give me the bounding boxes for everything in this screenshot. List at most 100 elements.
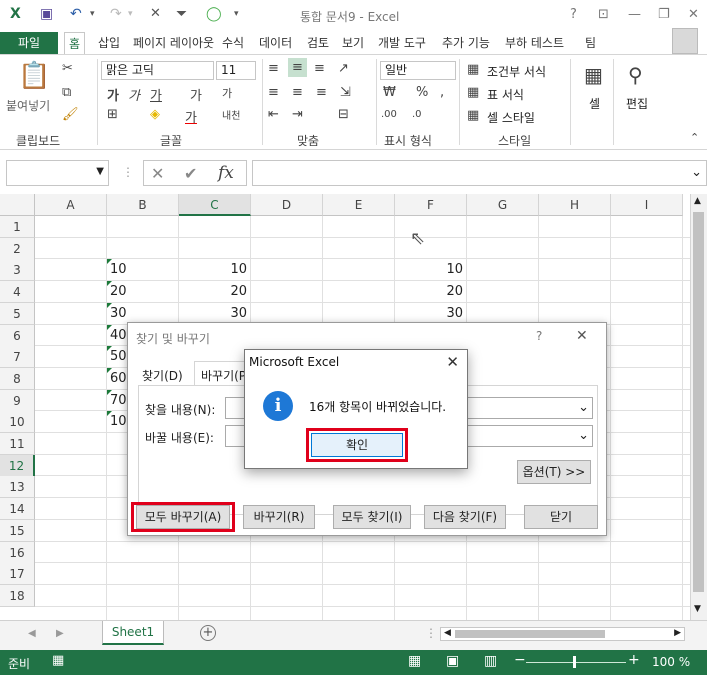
cancel-entry-icon[interactable]: ✕	[151, 164, 164, 183]
normal-view-icon[interactable]: ▦	[408, 653, 421, 669]
italic-icon[interactable]: 가	[128, 85, 140, 104]
minimize-button[interactable]: —	[628, 7, 641, 22]
zoom-slider-handle[interactable]	[573, 656, 576, 668]
column-header-g[interactable]: G	[467, 194, 539, 216]
name-box-dropdown-icon[interactable]: ▼	[96, 166, 104, 177]
add-sheet-button[interactable]: +	[200, 625, 216, 641]
editing-button[interactable]: 편집	[626, 95, 648, 112]
select-all-corner[interactable]	[0, 194, 35, 216]
align-middle-icon[interactable]: ≡	[288, 58, 307, 77]
ribbon-display-button[interactable]: ⊡	[598, 7, 609, 22]
copy-icon[interactable]: ⧉	[62, 85, 71, 100]
prev-sheet-icon[interactable]: ◀	[28, 628, 36, 639]
zoom-out-icon[interactable]: −	[514, 652, 526, 668]
row-header-9[interactable]: 9	[0, 389, 35, 412]
find-replace-help-button[interactable]: ?	[536, 329, 542, 343]
clear-icon[interactable]: ✕	[150, 6, 161, 21]
message-box-close-icon[interactable]: ✕	[446, 353, 459, 371]
tab-load-test[interactable]: 부하 테스트	[505, 32, 564, 54]
scroll-right-icon[interactable]: ▶	[674, 628, 681, 638]
cell-c4[interactable]: 20	[179, 281, 251, 303]
underline-icon[interactable]: 가	[150, 85, 162, 104]
column-header-d[interactable]: D	[251, 194, 323, 216]
font-color-icon[interactable]: 가	[185, 107, 197, 126]
tab-insert[interactable]: 삽입	[98, 32, 120, 54]
tab-team[interactable]: 팀	[585, 32, 596, 54]
h-scroll-thumb[interactable]	[455, 630, 605, 638]
align-center-icon[interactable]: ≡	[292, 85, 303, 100]
tab-home[interactable]: 홈	[64, 32, 86, 54]
tab-review[interactable]: 검토	[307, 32, 329, 54]
tab-data[interactable]: 데이터	[259, 32, 292, 54]
tab-developer[interactable]: 개발 도구	[378, 32, 426, 54]
page-layout-view-icon[interactable]: ▣	[446, 653, 459, 669]
format-as-table-button[interactable]: 표 서식	[487, 86, 524, 103]
shape-icon[interactable]: ◯	[206, 6, 222, 22]
font-size-box[interactable]: 11	[216, 61, 256, 80]
increase-indent-icon[interactable]: ⇥	[292, 107, 303, 122]
cell-f3[interactable]: 10	[395, 259, 467, 281]
row-header-11[interactable]: 11	[0, 433, 35, 455]
scroll-up-icon[interactable]: ▲	[694, 196, 701, 206]
scroll-left-icon[interactable]: ◀	[444, 628, 451, 638]
conditional-format-icon[interactable]: ▦	[467, 62, 479, 77]
merge-center-icon[interactable]: ⊟	[338, 107, 349, 122]
cut-icon[interactable]: ✂	[62, 61, 73, 76]
format-painter-icon[interactable]: 🖌	[62, 107, 79, 122]
wrap-text-icon[interactable]: ⇲	[340, 85, 351, 100]
cell-c3[interactable]: 10	[179, 259, 251, 281]
undo-icon[interactable]: ↶	[70, 6, 82, 22]
close-dialog-button[interactable]: 닫기	[524, 505, 598, 529]
tab-page-layout[interactable]: 페이지 레이아웃	[133, 32, 214, 54]
page-break-view-icon[interactable]: ▥	[484, 653, 497, 669]
next-sheet-icon[interactable]: ▶	[56, 628, 64, 639]
zoom-slider[interactable]	[526, 662, 626, 663]
replace-dropdown-icon[interactable]: ⌄	[578, 428, 589, 443]
decrease-font-icon[interactable]: 가	[222, 85, 232, 101]
border-icon[interactable]: ⊞	[107, 107, 118, 122]
cells-button[interactable]: 셀	[589, 95, 600, 112]
row-header-17[interactable]: 17	[0, 563, 35, 586]
tab-split-grip-icon[interactable]: ⋮	[425, 626, 437, 640]
find-dropdown-icon[interactable]: ⌄	[578, 400, 589, 415]
row-header-16[interactable]: 16	[0, 541, 35, 564]
row-header-3[interactable]: 3	[0, 259, 35, 282]
bold-icon[interactable]: 가	[107, 85, 119, 104]
restore-button[interactable]: ❐	[658, 7, 670, 22]
undo-dropdown-icon[interactable]: ▾	[90, 9, 95, 19]
row-header-13[interactable]: 13	[0, 476, 35, 499]
column-header-i[interactable]: I	[611, 194, 683, 216]
vertical-scrollbar[interactable]: ▲ ▼	[690, 194, 707, 620]
increase-font-icon[interactable]: 가	[190, 85, 202, 104]
tab-add-ins[interactable]: 추가 기능	[442, 32, 490, 54]
help-button[interactable]: ?	[570, 7, 577, 22]
insert-function-icon[interactable]: fx	[218, 163, 234, 183]
zoom-level[interactable]: 100 %	[652, 655, 690, 669]
paste-label[interactable]: 붙여넣기	[6, 97, 50, 114]
editing-icon[interactable]: ⚲	[628, 63, 643, 87]
row-header-18[interactable]: 18	[0, 584, 35, 607]
account-avatar[interactable]	[672, 28, 698, 54]
font-name-box[interactable]: 맑은 고딕	[101, 61, 214, 80]
row-header-5[interactable]: 5	[0, 302, 35, 325]
conditional-format-button[interactable]: 조건부 서식	[487, 63, 546, 80]
options-button[interactable]: 옵션(T) >>	[517, 460, 591, 484]
column-header-h[interactable]: H	[539, 194, 611, 216]
find-all-button[interactable]: 모두 찾기(I)	[333, 505, 411, 529]
cell-styles-button[interactable]: 셀 스타일	[487, 109, 535, 126]
redo-dropdown-icon[interactable]: ▾	[128, 9, 133, 19]
close-button[interactable]: ✕	[688, 7, 699, 22]
redo-icon[interactable]: ↷	[110, 6, 122, 22]
row-header-8[interactable]: 8	[0, 367, 35, 390]
decrease-decimal-icon[interactable]: .0	[412, 109, 422, 120]
column-header-f[interactable]: F	[395, 194, 467, 216]
paste-icon[interactable]: 📋	[18, 61, 50, 91]
accounting-format-icon[interactable]: ₩	[383, 85, 396, 100]
row-header-1[interactable]: 1	[0, 216, 35, 238]
align-right-icon[interactable]: ≡	[316, 85, 327, 100]
name-box[interactable]: ▼	[6, 160, 109, 186]
replace-button[interactable]: 바꾸기(R)	[243, 505, 315, 529]
cell-b3[interactable]: 10	[107, 259, 179, 281]
increase-decimal-icon[interactable]: .00	[381, 109, 397, 120]
formula-input[interactable]: ⌄	[252, 160, 707, 186]
